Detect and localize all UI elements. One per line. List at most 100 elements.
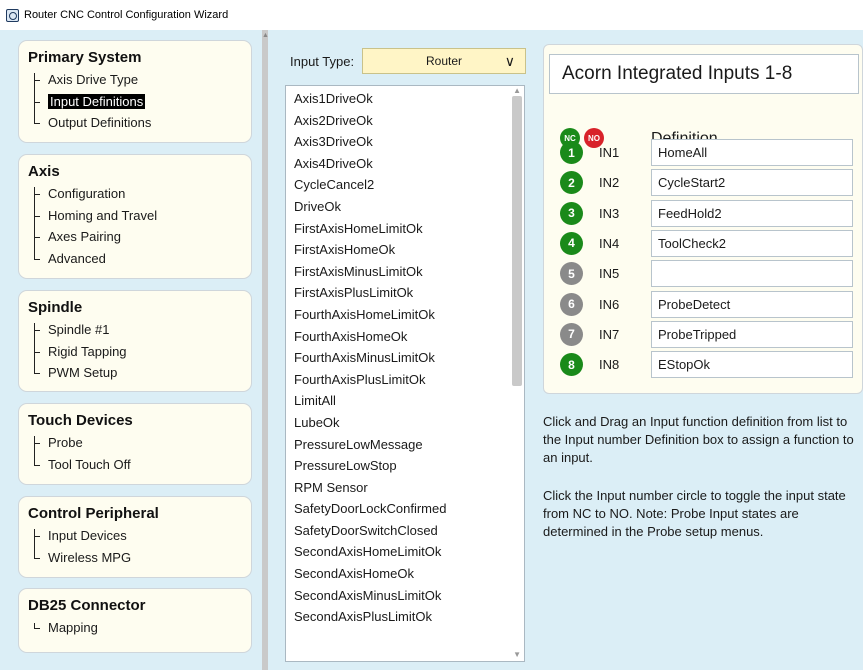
function-list-scrollbar[interactable] [512, 96, 522, 386]
function-list-item[interactable]: CycleCancel2 [286, 174, 524, 196]
function-list-item[interactable]: FirstAxisPlusLimitOk [286, 282, 524, 304]
function-list-item[interactable]: SecondAxisPlusLimitOk [286, 606, 524, 628]
nav-section-title: Primary System [28, 49, 142, 66]
input-2-label: IN2 [599, 175, 620, 191]
function-list-item[interactable]: PressureLowStop [286, 455, 524, 477]
function-list-item[interactable]: SafetyDoorSwitchClosed [286, 520, 524, 542]
function-list-item[interactable]: FourthAxisMinusLimitOk [286, 347, 524, 369]
function-list-item[interactable]: FirstAxisHomeOk [286, 239, 524, 261]
nav-item-advanced[interactable]: Advanced [34, 248, 242, 270]
input-7-state-toggle[interactable]: 7 [560, 322, 583, 346]
nav-item-input-devices[interactable]: Input Devices [34, 525, 242, 547]
function-list-item[interactable]: Axis3DriveOk [286, 131, 524, 153]
scroll-up-icon[interactable]: ▲ [513, 86, 521, 95]
help-drag-text: Click and Drag an Input function definit… [543, 414, 854, 465]
nav-tree: Axis Drive Type Input Definitions Output D… [34, 69, 242, 134]
nav-item-label: Axis Drive Type [48, 72, 139, 87]
function-list-item[interactable]: FourthAxisHomeLimitOk [286, 304, 524, 326]
nav-item-label: Rigid Tapping [48, 343, 127, 359]
nav-item-label: PWM Setup [48, 365, 118, 380]
function-list-item[interactable]: PressureLowMessage [286, 434, 524, 456]
function-list-item[interactable]: SecondAxisMinusLimitOk [286, 585, 524, 607]
nav-section-control-peripheral: Control Peripheral Input Devices Wireless … [18, 496, 252, 578]
function-list-item[interactable]: Axis4DriveOk [286, 153, 524, 175]
input-8-state-toggle[interactable]: 8 [560, 353, 583, 377]
nav-item-label: Configuration [48, 186, 126, 201]
input-type-dropdown[interactable]: Router ∨ [362, 48, 526, 74]
nav-item-spindle-1[interactable]: Spindle #1 [34, 319, 242, 341]
nav-item-wireless-mpg[interactable]: Wireless MPG [34, 547, 242, 569]
function-list-item[interactable]: RPM Sensor [286, 477, 524, 499]
input-1-definition-box[interactable]: HomeAll [651, 139, 853, 166]
function-list-item[interactable]: FourthAxisHomeOk [286, 326, 524, 348]
function-list-item[interactable]: Axis2DriveOk [286, 110, 524, 132]
scroll-down-icon[interactable]: ▼ [513, 650, 521, 659]
function-list-item[interactable]: LubeOk [286, 412, 524, 434]
nav-item-mapping[interactable]: Mapping [34, 617, 242, 639]
nav-tree: Configuration Homing and Travel Axes Pairi… [34, 183, 242, 269]
nav-section-title: Control Peripheral [28, 505, 159, 522]
nav-item-output-definitions[interactable]: Output Definitions [34, 112, 242, 134]
acorn-panel-title: Acorn Integrated Inputs 1-8 [549, 54, 859, 94]
nav-item-axes-pairing[interactable]: Axes Pairing [34, 226, 242, 248]
nav-section-title: Axis [28, 163, 60, 180]
nav-section-axis: Axis Configuration Homing and Travel Axes P… [18, 154, 252, 279]
nav-item-label: Tool Touch Off [48, 456, 131, 472]
function-list-item[interactable]: SecondAxisHomeLimitOk [286, 541, 524, 563]
nav-tree: Spindle #1 Rigid Tapping PWM Setup [34, 319, 242, 384]
function-list[interactable]: Axis1DriveOk Axis2DriveOk Axis3DriveOk Axis… [285, 85, 525, 662]
input-3-definition-box[interactable]: FeedHold2 [651, 199, 853, 227]
input-7-definition-box[interactable]: ProbeTripped [651, 320, 853, 348]
nav-section-title: DB25 Connector [28, 597, 146, 614]
nav-item-label: Input Devices [48, 528, 127, 543]
function-list-item[interactable]: Axis1DriveOk [286, 88, 524, 110]
input-4-state-toggle[interactable]: 4 [560, 231, 583, 255]
app-icon [6, 8, 19, 22]
input-6-state-toggle[interactable]: 6 [560, 292, 583, 316]
nav-item-label: Input Definitions [48, 93, 146, 109]
nav-item-configuration[interactable]: Configuration [34, 183, 242, 205]
nav-item-axis-drive-type[interactable]: Axis Drive Type [34, 69, 242, 91]
nav-section-title: Touch Devices [28, 412, 133, 429]
input-1-label: IN1 [599, 145, 620, 160]
function-list-item[interactable]: SecondAxisHomeOk [286, 563, 524, 585]
nav-item-label: Output Definitions [48, 115, 152, 130]
nav-item-label: Spindle #1 [48, 322, 110, 337]
nav-tree: Mapping [34, 617, 242, 639]
input-6-definition-box[interactable]: ProbeDetect [651, 290, 853, 318]
nav-section-db25-connector: DB25 Connector Mapping [18, 588, 252, 653]
input-4-definition-box[interactable]: ToolCheck2 [651, 229, 853, 257]
nav-tree: Probe Tool Touch Off [34, 432, 242, 475]
nav-item-label: Probe [48, 435, 83, 450]
input-3-state-toggle[interactable]: 3 [560, 201, 583, 225]
function-list-item[interactable]: SafetyDoorLockConfirmed [286, 498, 524, 520]
input-type-label: Input Type: [290, 54, 355, 69]
nav-scroll-up-icon[interactable]: ▲ [262, 32, 269, 40]
nav-item-label: Homing and Travel [48, 207, 158, 223]
nav-item-label: Mapping [48, 620, 98, 635]
function-list-item[interactable]: FirstAxisMinusLimitOk [286, 261, 524, 283]
function-list-item[interactable]: DriveOk [286, 196, 524, 218]
function-list-item[interactable]: FirstAxisHomeLimitOk [286, 218, 524, 240]
main-area: Primary System Axis Drive Type Input Defin… [0, 30, 863, 670]
nav-item-label: Advanced [48, 250, 106, 266]
input-2-definition-box[interactable]: CycleStart2 [651, 169, 853, 197]
nav-item-pwm-setup[interactable]: PWM Setup [34, 362, 242, 384]
function-list-item[interactable]: FourthAxisPlusLimitOk [286, 369, 524, 391]
nav-item-probe[interactable]: Probe [34, 432, 242, 454]
title-bar: Router CNC Control Configuration Wizard [0, 0, 863, 30]
function-list-item[interactable]: LimitAll [286, 390, 524, 412]
nav-section-title: Spindle [28, 299, 83, 316]
nav-item-input-definitions[interactable]: Input Definitions [34, 91, 242, 113]
input-8-definition-box[interactable]: EStopOk [651, 351, 853, 379]
nav-item-label: Axes Pairing [48, 229, 121, 244]
nav-tree: Input Devices Wireless MPG [34, 525, 242, 568]
nav-item-homing-and-travel[interactable]: Homing and Travel [34, 205, 242, 227]
nav-section-spindle: Spindle Spindle #1 Rigid Tapping PWM Setup [18, 290, 252, 392]
input-1-state-toggle[interactable]: 1 [560, 141, 583, 164]
input-5-definition-box[interactable] [651, 260, 853, 288]
nav-scrollbar[interactable] [262, 30, 268, 670]
input-6-label: IN6 [599, 296, 620, 312]
nav-item-tool-touch-off[interactable]: Tool Touch Off [34, 454, 242, 476]
nav-item-rigid-tapping[interactable]: Rigid Tapping [34, 341, 242, 363]
